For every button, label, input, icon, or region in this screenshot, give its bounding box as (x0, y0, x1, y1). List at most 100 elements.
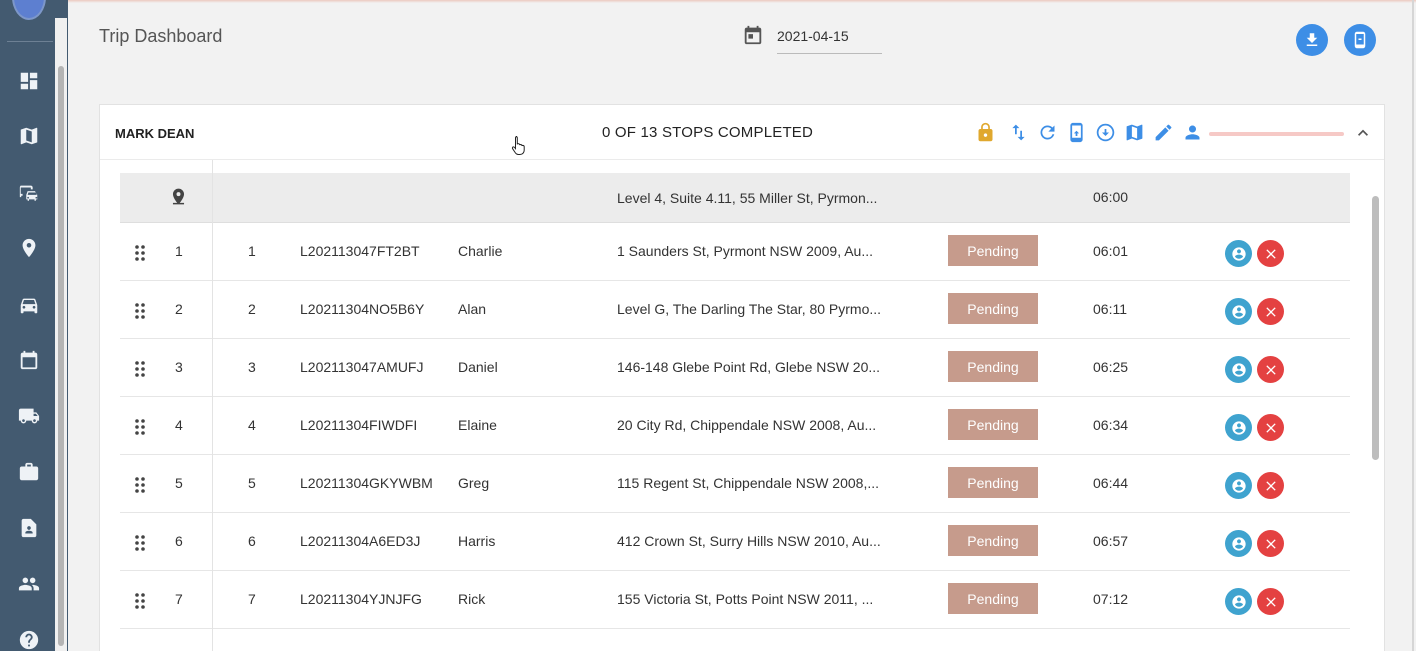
stop-number: 3 (248, 359, 256, 375)
download-trip-button[interactable] (1094, 121, 1116, 143)
status-badge: Pending (948, 293, 1038, 324)
date-picker[interactable] (742, 24, 882, 54)
person-icon (1185, 125, 1199, 139)
stop-row[interactable]: 4 4 L20211304FIWDFI Elaine 20 City Rd, C… (120, 397, 1350, 455)
sidebar-item-help[interactable] (16, 627, 42, 651)
close-icon (1265, 364, 1276, 375)
start-address: Level 4, Suite 4.11, 55 Miller St, Pyrmo… (617, 190, 878, 206)
map-icon (1126, 124, 1142, 140)
sidebar-item-trucks[interactable] (16, 403, 42, 429)
sidebar-item-calendar[interactable] (16, 347, 42, 373)
stop-time: 07:12 (1093, 591, 1129, 607)
sidebar-item-vehicles[interactable] (16, 292, 42, 318)
stop-address: 155 Victoria St, Potts Point NSW 2011, .… (617, 591, 874, 607)
stop-reference-id: L202113047FT2BT (300, 243, 420, 259)
stop-sequence: 1 (175, 243, 183, 259)
mobile-icon (1354, 31, 1366, 49)
account-circle-icon (1231, 362, 1246, 377)
edit-trip-button[interactable] (1152, 121, 1174, 143)
bus-car-icon (19, 185, 38, 201)
swap-vertical-icon (1011, 124, 1025, 140)
account-circle-icon (1231, 304, 1246, 319)
drag-handle-icon[interactable] (134, 418, 146, 436)
collapse-button[interactable] (1353, 123, 1373, 143)
assign-stop-button[interactable] (1225, 240, 1252, 267)
stop-row[interactable]: 5 5 L20211304GKYWBM Greg 115 Regent St, … (120, 455, 1350, 513)
stop-row[interactable]: 1 1 L202113047FT2BT Charlie 1 Saunders S… (120, 223, 1350, 281)
table-scrollbar-thumb[interactable] (1372, 196, 1379, 460)
remove-stop-button[interactable] (1257, 298, 1284, 325)
stop-address: Level G, The Darling The Star, 80 Pyrmo.… (617, 301, 882, 317)
remove-stop-button[interactable] (1257, 588, 1284, 615)
stop-sequence: 2 (175, 301, 183, 317)
assign-stop-button[interactable] (1225, 588, 1252, 615)
stop-time: 06:01 (1093, 243, 1129, 259)
status-badge: Pending (948, 525, 1038, 556)
drag-handle-icon[interactable] (134, 592, 146, 610)
sidebar-item-jobs[interactable] (16, 459, 42, 485)
assign-stop-button[interactable] (1225, 414, 1252, 441)
download-circle-icon (1096, 123, 1114, 141)
lock-button[interactable] (974, 121, 996, 143)
close-icon (1265, 596, 1276, 607)
table-scrollbar[interactable] (1369, 162, 1381, 651)
stop-row[interactable]: 6 6 L20211304A6ED3J Harris 412 Crown St,… (120, 513, 1350, 571)
refresh-button[interactable] (1036, 121, 1058, 143)
remove-stop-button[interactable] (1257, 240, 1284, 267)
sidebar-scrollbar-thumb[interactable] (58, 66, 64, 646)
stop-row[interactable]: 3 3 L202113047AMUFJ Daniel 146-148 Glebe… (120, 339, 1350, 397)
stop-sequence: 4 (175, 417, 183, 433)
remove-stop-button[interactable] (1257, 472, 1284, 499)
drag-handle-icon[interactable] (134, 476, 146, 494)
top-shadow (68, 0, 1416, 3)
close-icon (1265, 480, 1276, 491)
sidebar-item-reports[interactable] (16, 515, 42, 541)
customer-name: Daniel (458, 359, 498, 375)
driver-name: MARK DEAN (115, 126, 195, 141)
view-map-button[interactable] (1123, 121, 1145, 143)
reorder-button[interactable] (1007, 121, 1029, 143)
account-circle-icon (1231, 246, 1246, 261)
sidebar-item-people[interactable] (16, 571, 42, 597)
account-circle-icon (1231, 536, 1246, 551)
assign-stop-button[interactable] (1225, 356, 1252, 383)
stop-reference-id: L20211304GKYWBM (300, 475, 433, 491)
remove-stop-button[interactable] (1257, 356, 1284, 383)
download-button[interactable] (1296, 24, 1328, 56)
user-avatar[interactable] (12, 0, 46, 20)
sidebar-item-dashboard[interactable] (16, 68, 42, 94)
trip-card: MARK DEAN 0 OF 13 STOPS COMPLETED Level … (99, 104, 1385, 651)
drag-handle-icon[interactable] (134, 244, 146, 262)
stop-address: 146-148 Glebe Point Rd, Glebe NSW 20... (617, 359, 881, 375)
sidebar-item-map[interactable] (16, 123, 42, 149)
sidebar-divider (7, 41, 53, 42)
drag-handle-icon[interactable] (134, 534, 146, 552)
drag-handle-icon[interactable] (134, 360, 146, 378)
stop-row[interactable]: 7 7 L20211304YJNJFG Rick 155 Victoria St… (120, 571, 1350, 629)
assign-stop-button[interactable] (1225, 530, 1252, 557)
stop-row[interactable]: 2 2 L20211304NO5B6Y Alan Level G, The Da… (120, 281, 1350, 339)
close-icon (1265, 538, 1276, 549)
stop-address: 115 Regent St, Chippendale NSW 2008,... (617, 475, 880, 491)
calendar-icon[interactable] (742, 24, 766, 48)
customer-name: Elaine (458, 417, 497, 433)
contact-page-icon (21, 518, 37, 538)
assign-stop-button[interactable] (1225, 472, 1252, 499)
date-input[interactable] (777, 26, 882, 54)
drag-handle-icon[interactable] (134, 302, 146, 320)
send-to-mobile-button[interactable] (1065, 121, 1087, 143)
sidebar-item-transport[interactable] (16, 180, 42, 206)
sidebar-item-locations[interactable] (16, 235, 42, 261)
close-icon (1265, 248, 1276, 259)
stop-number: 4 (248, 417, 256, 433)
stop-sequence: 7 (175, 591, 183, 607)
remove-stop-button[interactable] (1257, 530, 1284, 557)
remove-stop-button[interactable] (1257, 414, 1284, 441)
sidebar-scrollbar[interactable] (55, 18, 67, 651)
assign-driver-button[interactable] (1181, 121, 1203, 143)
customer-name: Charlie (458, 243, 503, 259)
refresh-icon (1040, 125, 1054, 139)
assign-stop-button[interactable] (1225, 298, 1252, 325)
mobile-button[interactable] (1344, 24, 1376, 56)
trip-card-header[interactable]: MARK DEAN 0 OF 13 STOPS COMPLETED (100, 105, 1384, 160)
